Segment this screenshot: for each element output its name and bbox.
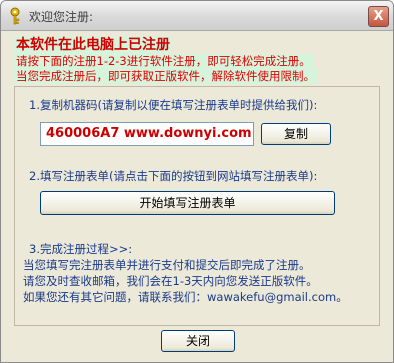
steps-group: 1.复制机器码(请复制以便在填写注册表单时提供给我们): 460006A7 ww… bbox=[14, 86, 380, 326]
contact-line: 如果您还有其它问题，请联系我们：wawakefu@gmail.com。 bbox=[23, 290, 348, 304]
instruction-line: 请按下面的注册1-2-3进行软件注册，即可轻松完成注册。 bbox=[14, 54, 313, 69]
step1-label: 1.复制机器码(请复制以便在填写注册表单时提供给我们): bbox=[29, 98, 318, 112]
registered-headline: 本软件在此电脑上已注册 bbox=[14, 36, 172, 54]
key-icon bbox=[7, 7, 23, 25]
step3-label: 3.完成注册过程>>: bbox=[29, 242, 133, 256]
start-registration-button[interactable]: 开始填写注册表单 bbox=[40, 191, 335, 215]
info-line: 当您填写完注册表单并进行支付和提交后即完成了注册。 bbox=[23, 258, 311, 272]
copy-button[interactable]: 复制 bbox=[261, 123, 331, 145]
step2-label: 2.填写注册表单(请点击下面的按钮到网站填写注册表单): bbox=[29, 169, 318, 183]
window-close-button[interactable]: X bbox=[368, 6, 389, 27]
info-line: 请您及时查收邮箱，我们会在1-3天内向您发送正版软件。 bbox=[23, 274, 318, 288]
instruction-line: 当您完成注册后，即可获取正版软件，解除软件使用限制。 bbox=[14, 69, 317, 84]
window-title: 欢迎您注册: bbox=[29, 10, 94, 24]
dialog-body: 本软件在此电脑上已注册 请按下面的注册1-2-3进行软件注册，即可轻松完成注册。… bbox=[4, 32, 390, 360]
machine-code-field[interactable]: 460006A7 www.downyi.com bbox=[40, 122, 254, 146]
close-button[interactable]: 关闭 bbox=[161, 330, 235, 352]
title-bar[interactable]: 欢迎您注册: X bbox=[1, 1, 393, 31]
registration-dialog: 欢迎您注册: X 本软件在此电脑上已注册 请按下面的注册1-2-3进行软件注册，… bbox=[0, 0, 394, 363]
close-icon: X bbox=[373, 9, 384, 24]
